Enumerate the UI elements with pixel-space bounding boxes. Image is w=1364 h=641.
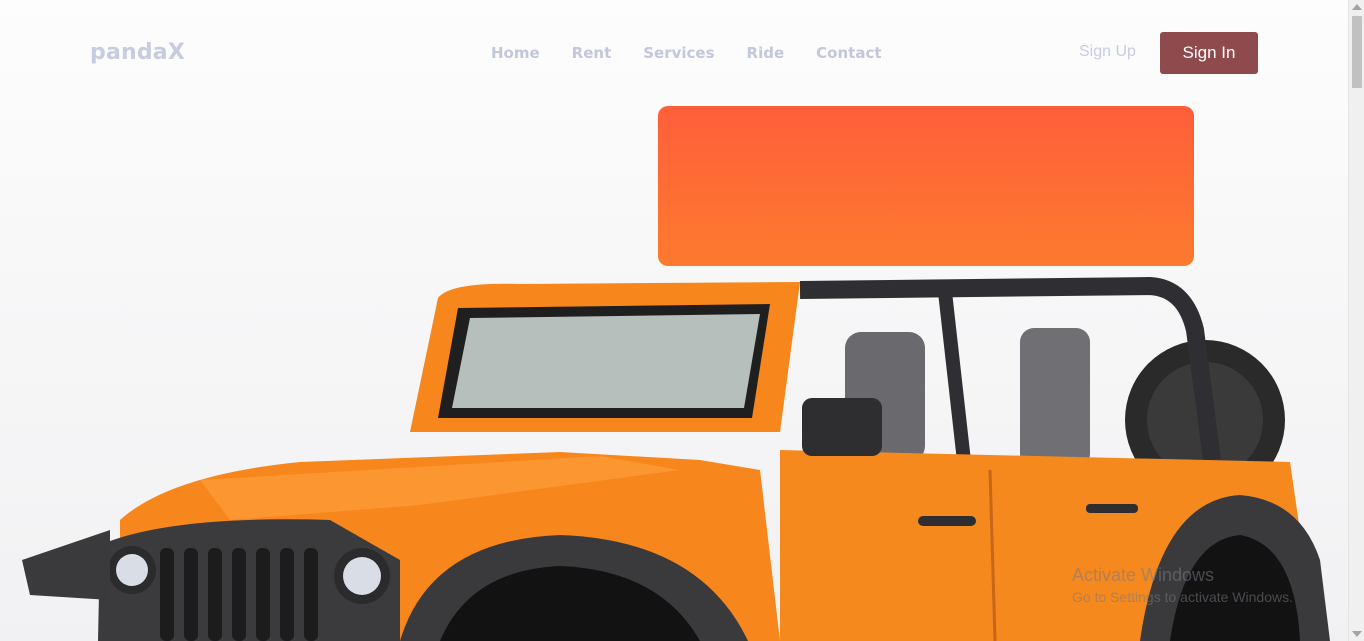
activate-windows-watermark: Activate Windows Go to Settings to activ… xyxy=(1072,565,1293,605)
scroll-thumb[interactable] xyxy=(1352,16,1362,88)
nav-ride-link[interactable]: Ride xyxy=(747,44,785,62)
scroll-down-arrow-icon[interactable] xyxy=(1352,631,1362,637)
nav-home-link[interactable]: Home xyxy=(491,44,540,62)
scroll-up-arrow-icon[interactable] xyxy=(1352,4,1362,10)
watermark-title: Activate Windows xyxy=(1072,565,1215,585)
brand-logo[interactable]: pandaX xyxy=(90,40,185,65)
sign-in-button[interactable]: Sign In xyxy=(1160,32,1258,74)
landing-page: pandaX Home Rent Services Ride Contact S… xyxy=(0,0,1348,641)
vertical-scrollbar[interactable] xyxy=(1348,0,1364,641)
watermark-subtitle: Go to Settings to activate Windows. xyxy=(1072,589,1293,605)
sign-up-link[interactable]: Sign Up xyxy=(1079,43,1136,61)
nav-services-link[interactable]: Services xyxy=(643,44,714,62)
nav-rent-link[interactable]: Rent xyxy=(572,44,612,62)
promo-banner xyxy=(658,106,1194,266)
nav-contact-link[interactable]: Contact xyxy=(816,44,881,62)
main-nav: Home Rent Services Ride Contact xyxy=(491,44,882,62)
